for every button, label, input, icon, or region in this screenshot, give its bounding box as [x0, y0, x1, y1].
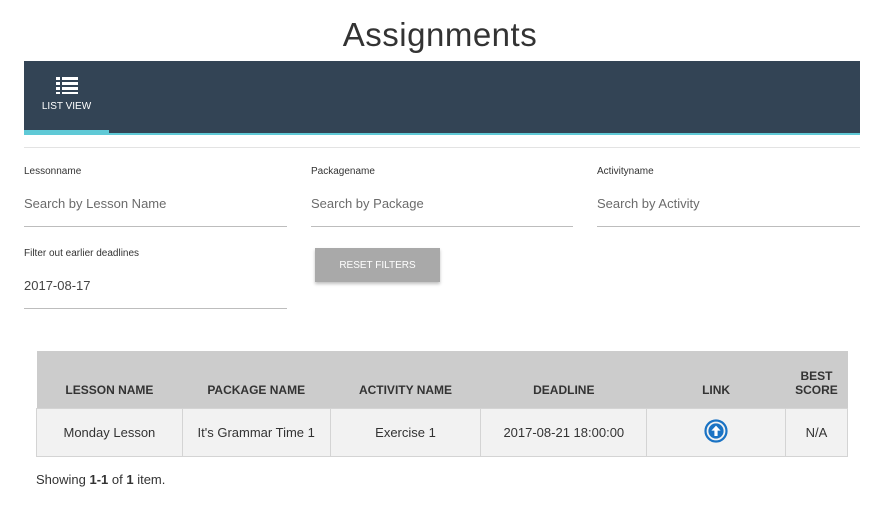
summary-prefix: Showing — [36, 472, 90, 487]
deadline-date-input[interactable] — [24, 274, 287, 309]
deadline-filter: Filter out earlier deadlines — [24, 248, 287, 312]
list-icon — [56, 77, 78, 99]
tab-list-view[interactable]: LIST VIEW — [24, 61, 109, 133]
table-row: Monday Lesson It's Grammar Time 1 Exerci… — [36, 407, 849, 457]
deadline-filter-label: Filter out earlier deadlines — [24, 248, 140, 259]
best-score-header-line1: BEST — [800, 368, 833, 383]
navbar-accent-line — [24, 133, 860, 135]
page-title: Assignments — [342, 16, 538, 53]
column-header-deadline[interactable]: DEADLINE — [480, 351, 647, 408]
cell-package: It's Grammar Time 1 — [181, 407, 331, 457]
pagination-summary: Showing 1-1 of 1 item. — [36, 472, 165, 487]
arrow-up-circle-icon[interactable] — [704, 418, 728, 446]
column-header-lesson[interactable]: LESSON NAME — [36, 351, 183, 408]
package-filter: Packagename — [311, 166, 573, 230]
reset-filters-button[interactable]: RESET FILTERS — [315, 248, 440, 282]
column-header-link: LINK — [646, 351, 786, 408]
summary-total: 1 — [126, 472, 134, 487]
tab-list-view-label: LIST VIEW — [41, 101, 92, 112]
summary-range: 1-1 — [89, 472, 109, 487]
summary-suffix: item. — [133, 472, 166, 487]
assignments-table: LESSON NAME PACKAGE NAME ACTIVITY NAME D… — [36, 351, 849, 457]
summary-of: of — [108, 472, 127, 487]
activity-filter: Activityname — [597, 166, 860, 230]
best-score-header-line2: SCORE — [795, 382, 838, 397]
column-header-package[interactable]: PACKAGE NAME — [182, 351, 331, 408]
column-header-best-score[interactable]: BEST SCORE — [785, 351, 848, 408]
cell-link — [646, 407, 786, 457]
view-navbar: LIST VIEW — [24, 61, 860, 135]
lesson-search-input[interactable] — [24, 192, 287, 227]
cell-lesson: Monday Lesson — [36, 407, 183, 457]
divider — [24, 147, 860, 148]
activity-filter-label: Activityname — [597, 166, 654, 177]
cell-deadline: 2017-08-21 18:00:00 — [480, 407, 648, 457]
package-search-input[interactable] — [311, 192, 573, 227]
table-header-row: LESSON NAME PACKAGE NAME ACTIVITY NAME D… — [36, 351, 848, 408]
cell-best-score: N/A — [784, 407, 849, 457]
column-header-activity[interactable]: ACTIVITY NAME — [330, 351, 481, 408]
lesson-filter: Lessonname — [24, 166, 287, 230]
cell-activity: Exercise 1 — [329, 407, 482, 457]
package-filter-label: Packagename — [311, 166, 375, 177]
activity-search-input[interactable] — [597, 192, 860, 227]
lesson-filter-label: Lessonname — [24, 166, 82, 177]
